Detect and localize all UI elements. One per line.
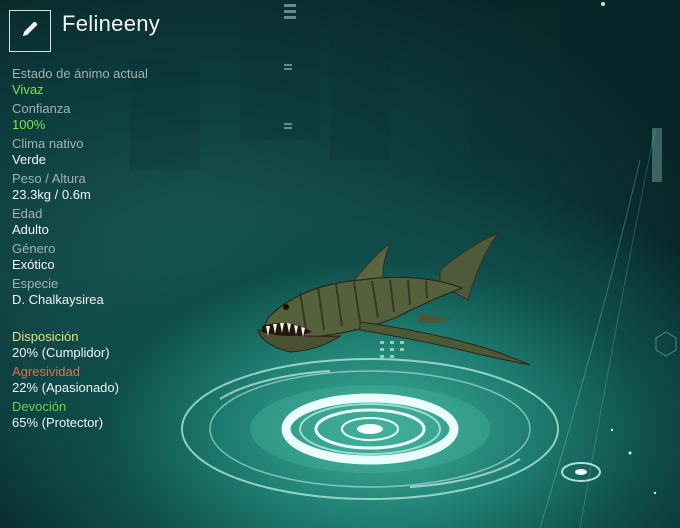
- stat-value: Adulto: [12, 222, 49, 237]
- stat-mood: Estado de ánimo actual Vivaz: [12, 66, 232, 98]
- stat-species: Especie D. Chalkaysirea: [12, 276, 232, 308]
- trait-label: Agresividad: [12, 364, 80, 379]
- creature-model: [257, 231, 531, 366]
- trait-value: 20% (Cumplidor): [12, 345, 110, 360]
- stat-value: 100%: [12, 117, 46, 132]
- stat-label: Clima nativo: [12, 136, 84, 151]
- stat-age: Edad Adulto: [12, 206, 232, 238]
- creature-name-title: Felineeny: [62, 11, 161, 36]
- stat-value: D. Chalkaysirea: [12, 292, 104, 307]
- stat-value: 23.3kg / 0.6m: [12, 187, 91, 202]
- trait-label: Devoción: [12, 399, 67, 414]
- creature-traits-panel: Disposición 20% (Cumplidor) Agresividad …: [12, 329, 232, 434]
- stat-value: Vivaz: [12, 82, 44, 97]
- pencil-icon: [20, 19, 40, 44]
- stat-label: Estado de ánimo actual: [12, 66, 148, 81]
- trait-value: 65% (Protector): [12, 415, 104, 430]
- trait-label: Disposición: [12, 329, 79, 344]
- stat-gender: Género Exótico: [12, 241, 232, 273]
- stat-label: Especie: [12, 276, 59, 291]
- trait-value: 22% (Apasionado): [12, 380, 119, 395]
- stat-label: Peso / Altura: [12, 171, 86, 186]
- creature-stats-panel: Estado de ánimo actual Vivaz Confianza 1…: [12, 66, 232, 311]
- stat-label: Confianza: [12, 101, 71, 116]
- stat-label: Género: [12, 241, 56, 256]
- trait-aggression: Agresividad 22% (Apasionado): [12, 364, 232, 396]
- trait-disposition: Disposición 20% (Cumplidor): [12, 329, 232, 361]
- stat-weight-height: Peso / Altura 23.3kg / 0.6m: [12, 171, 232, 203]
- edit-name-button[interactable]: [9, 10, 51, 52]
- stat-label: Edad: [12, 206, 43, 221]
- stat-trust: Confianza 100%: [12, 101, 232, 133]
- trait-devotion: Devoción 65% (Protector): [12, 399, 232, 431]
- stat-value: Verde: [12, 152, 46, 167]
- stat-value: Exótico: [12, 257, 55, 272]
- stat-climate: Clima nativo Verde: [12, 136, 232, 168]
